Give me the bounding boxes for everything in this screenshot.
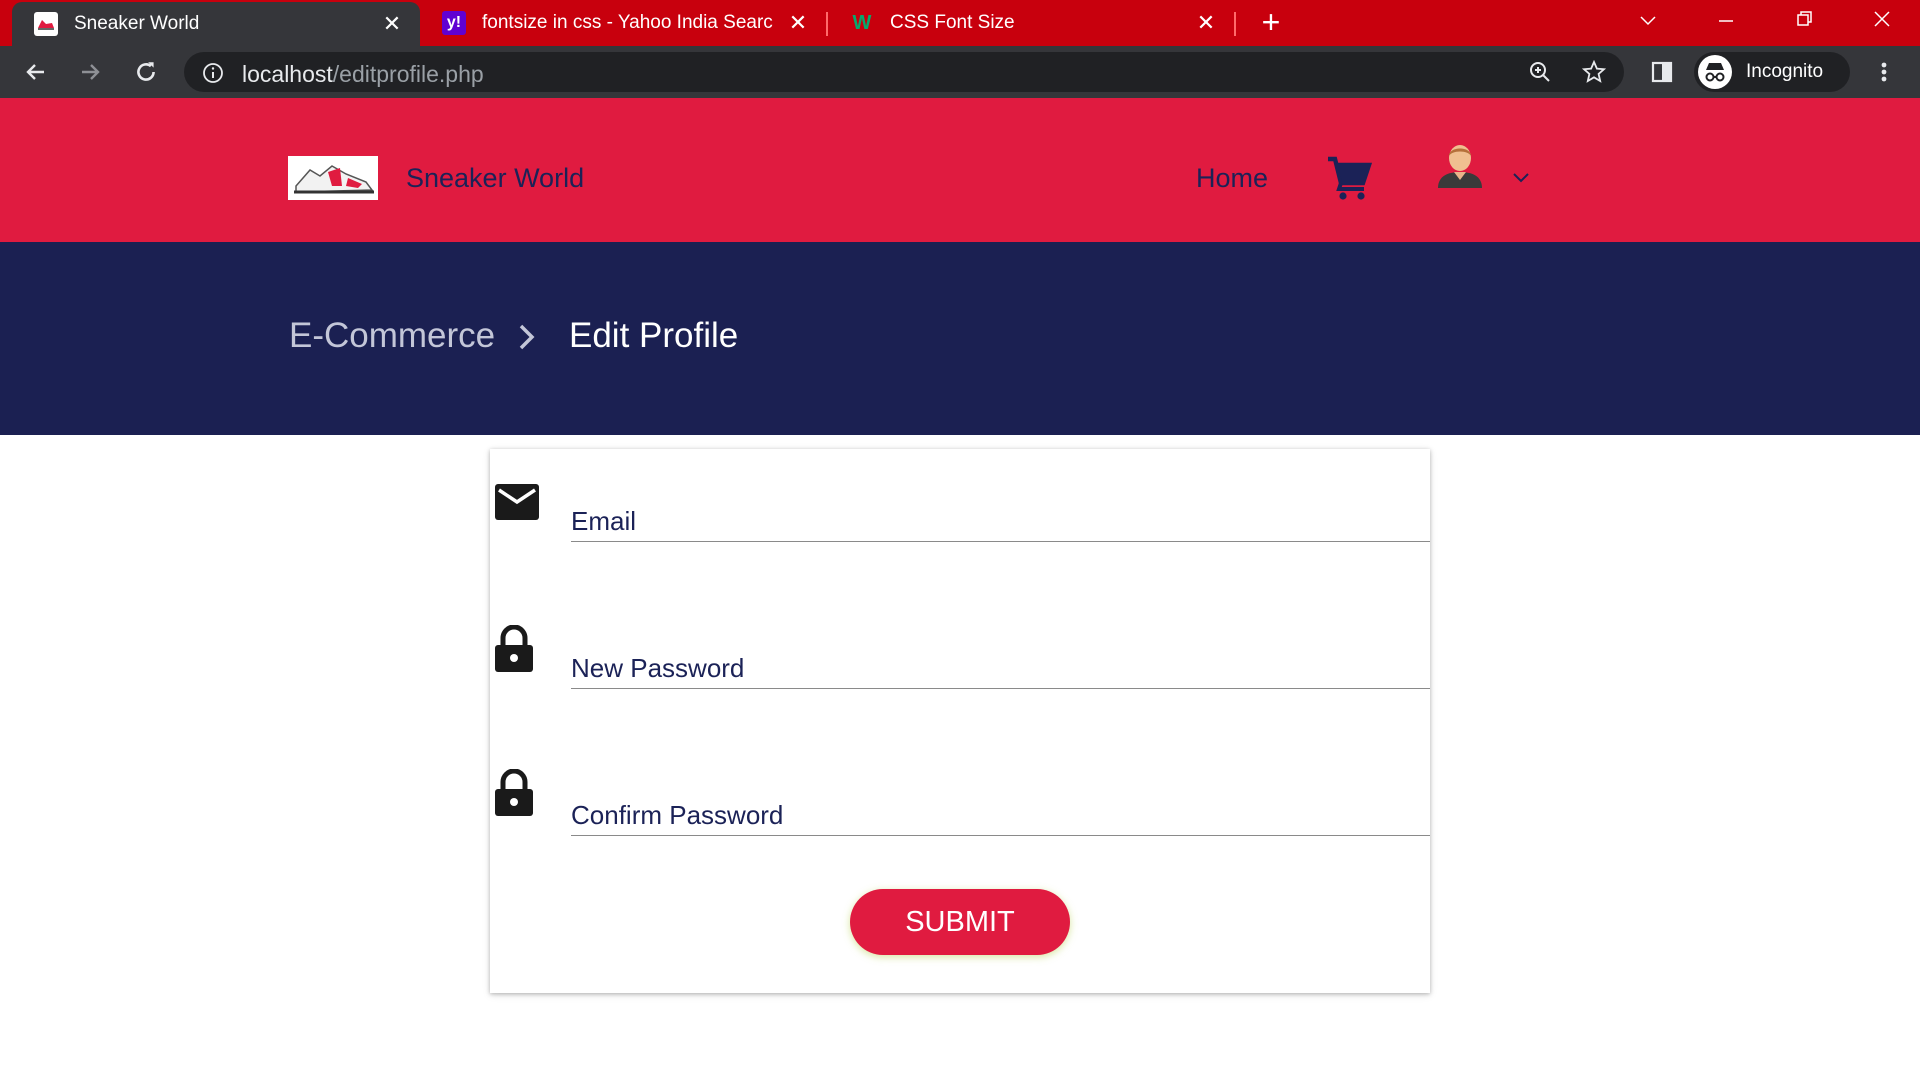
- incognito-icon: [1698, 55, 1732, 89]
- tab-css-font-size[interactable]: W CSS Font Size ✕: [828, 0, 1234, 46]
- side-panel-icon[interactable]: [1646, 56, 1678, 88]
- profile-label: Incognito: [1746, 61, 1824, 82]
- tab-divider: [1234, 12, 1236, 36]
- user-avatar-icon[interactable]: [1434, 140, 1486, 195]
- browser-tab-strip: Sneaker World ✕ y! fontsize in css - Yah…: [0, 0, 1920, 46]
- restore-icon[interactable]: [1784, 10, 1824, 34]
- breadcrumb-current: Edit Profile: [569, 316, 739, 355]
- minimize-icon[interactable]: [1706, 10, 1746, 33]
- bookmark-star-icon[interactable]: [1581, 59, 1607, 84]
- tab-title: fontsize in css - Yahoo India Searc: [482, 12, 773, 33]
- browser-toolbar: localhost/editprofile.php Incognito: [0, 46, 1920, 98]
- nav-home-link[interactable]: Home: [1196, 163, 1268, 194]
- url-text: localhost/editprofile.php: [242, 61, 484, 87]
- lock-icon: [494, 768, 534, 822]
- back-arrow-icon[interactable]: [20, 56, 52, 88]
- reload-icon[interactable]: [130, 56, 162, 88]
- edit-profile-form: SUBMIT: [490, 449, 1430, 993]
- breadcrumb-root[interactable]: E-Commerce: [289, 316, 495, 356]
- lock-icon: [494, 624, 534, 678]
- new-password-field[interactable]: [571, 648, 1430, 689]
- tab-sneaker-world[interactable]: Sneaker World ✕: [12, 2, 420, 46]
- yahoo-favicon-icon: y!: [442, 11, 466, 35]
- incognito-profile-chip[interactable]: Incognito: [1694, 52, 1850, 92]
- tab-title: Sneaker World: [74, 13, 200, 34]
- zoom-icon[interactable]: [1528, 60, 1552, 84]
- new-tab-button[interactable]: +: [1256, 6, 1286, 38]
- brand-name[interactable]: Sneaker World: [406, 163, 584, 194]
- close-window-icon[interactable]: [1862, 10, 1902, 34]
- chevron-right-icon: [516, 322, 538, 357]
- sneaker-favicon-icon: [34, 12, 58, 36]
- cart-icon[interactable]: [1326, 155, 1374, 208]
- chevron-down-icon[interactable]: [1510, 170, 1532, 189]
- confirm-password-field[interactable]: [571, 795, 1430, 836]
- email-field[interactable]: [571, 501, 1430, 542]
- tab-title: CSS Font Size: [890, 12, 1015, 33]
- sneaker-logo[interactable]: [288, 156, 378, 200]
- close-tab-icon[interactable]: ✕: [1192, 10, 1220, 36]
- submit-button[interactable]: SUBMIT: [850, 889, 1070, 955]
- close-tab-icon[interactable]: ✕: [784, 10, 812, 36]
- email-envelope-icon: [494, 483, 540, 526]
- tab-yahoo-search[interactable]: y! fontsize in css - Yahoo India Searc ✕: [420, 0, 826, 46]
- breadcrumb-banner: [0, 242, 1920, 435]
- browser-menu-icon[interactable]: [1868, 56, 1900, 88]
- w3schools-favicon-icon: W: [852, 11, 872, 34]
- forward-arrow-icon[interactable]: [74, 56, 106, 88]
- tab-search-icon[interactable]: [1628, 10, 1668, 33]
- address-bar[interactable]: localhost/editprofile.php: [184, 52, 1624, 92]
- site-info-icon[interactable]: [202, 62, 223, 83]
- close-tab-icon[interactable]: ✕: [378, 11, 406, 37]
